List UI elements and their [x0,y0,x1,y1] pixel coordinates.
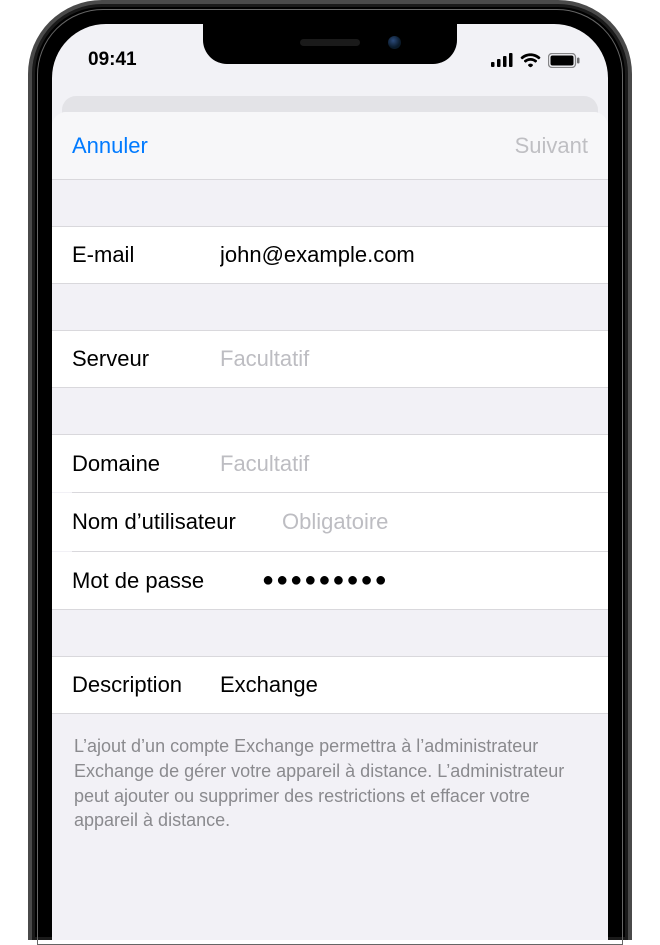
wifi-icon [520,53,541,68]
cancel-button[interactable]: Annuler [72,133,148,159]
password-row[interactable]: Mot de passe ●●●●●●●●● [52,552,608,610]
description-field[interactable] [220,672,588,698]
description-row[interactable]: Description [52,656,608,714]
email-field[interactable] [220,242,588,268]
status-time: 09:41 [88,49,137,71]
exchange-setup-sheet: Annuler Suivant E-mail Serveur Domaine N… [52,112,608,940]
email-label: E-mail [72,242,220,268]
password-field[interactable]: ●●●●●●●●● [262,569,389,592]
server-row[interactable]: Serveur [52,330,608,388]
description-label: Description [72,672,220,698]
domain-row[interactable]: Domaine [52,434,608,492]
cellular-icon [491,53,513,67]
footer-note: L’ajout d’un compte Exchange permettra à… [52,714,608,853]
server-label: Serveur [72,346,220,372]
next-button[interactable]: Suivant [515,133,588,159]
username-field[interactable] [282,509,588,535]
username-label: Nom d’utilisateur [72,509,282,535]
username-row[interactable]: Nom d’utilisateur [52,493,608,551]
phone-notch [203,24,457,64]
password-label: Mot de passe [72,568,262,594]
nav-bar: Annuler Suivant [52,112,608,180]
domain-field[interactable] [220,451,588,477]
email-row[interactable]: E-mail [52,226,608,284]
battery-icon [548,53,580,68]
domain-label: Domaine [72,451,220,477]
server-field[interactable] [220,346,588,372]
